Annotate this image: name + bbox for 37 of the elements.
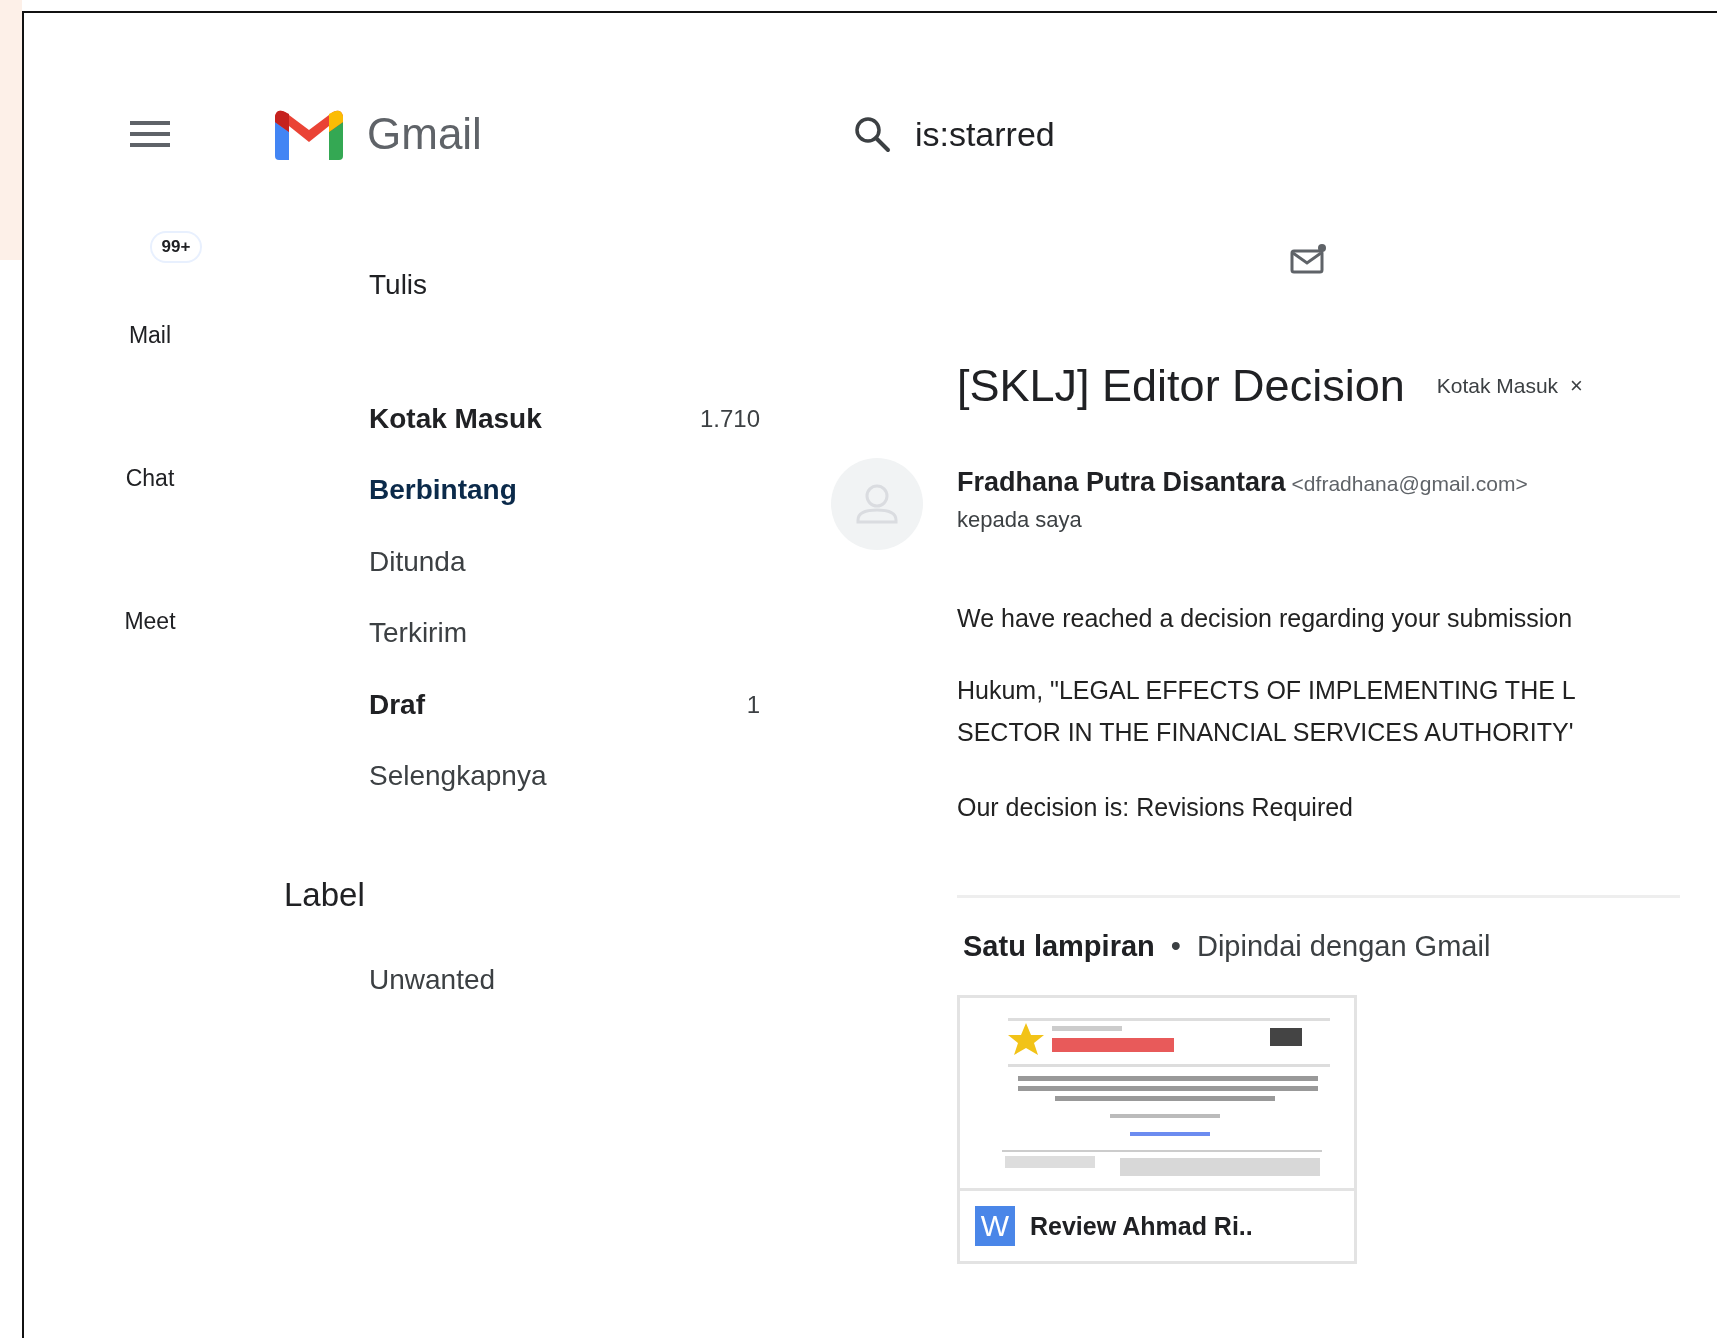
label-item[interactable]: Unwanted [369,944,760,1016]
sender-email: <dfradhana@gmail.com> [1291,472,1528,495]
folder-count: 1.710 [699,404,760,433]
sender-name: Fradhana Putra Disantara [957,467,1286,497]
folder-item[interactable]: Berbintang [369,454,760,526]
separator-dot: • [1170,929,1181,964]
folder-item[interactable]: Selengkapnya [369,740,760,812]
folder-item[interactable]: Terkirim [369,597,760,669]
scan-note: Dipindai dengan Gmail [1196,929,1491,964]
body-paragraph: Our decision is: Revisions Required [957,792,1354,823]
folder-item[interactable]: Draf 1 [369,669,760,741]
folder-item[interactable]: Ditunda [369,526,760,598]
search-field[interactable]: is:starred [914,114,1275,154]
avatar-icon [831,458,923,550]
email-subject: [SKLJ] Editor Decision [957,359,1405,413]
body-paragraph: Hukum, "LEGAL EFFECTS OF IMPLEMENTING THE L SECTOR IN THE FINANCIAL SERVICES AUTHORITY' [957,675,1577,748]
body-paragraph: We have reached a decision regarding your submission [957,603,1574,634]
app-name: Gmail [367,109,482,159]
menu-icon[interactable] [130,119,170,149]
folder-item[interactable]: Kotak Masuk 1.710 [369,383,760,455]
mail-icon[interactable] [1290,243,1328,275]
attachment-count: Satu lampiran [963,929,1155,964]
unread-badge: 99+ [151,233,201,261]
section-title: Label [284,877,366,913]
file-name: Review Ahmad Ri.. [1030,1211,1253,1241]
attachment-card[interactable]: W Review Ahmad Ri.. [957,995,1357,1264]
rail-item[interactable]: Meet [124,607,176,635]
search-icon[interactable] [852,115,891,153]
folder-count: 1 [746,690,760,719]
label-tag: Kotak Masuk [1436,374,1559,398]
recipient-text: kepada saya [957,506,1083,534]
document-icon: W [975,1206,1015,1246]
compose-button[interactable]: Tulis [369,270,428,300]
rail-item[interactable]: Chat [125,464,175,492]
rail-item[interactable]: Mail [128,321,172,349]
m-logo-icon [275,108,343,160]
remove-label-button[interactable]: × [1570,373,1583,399]
